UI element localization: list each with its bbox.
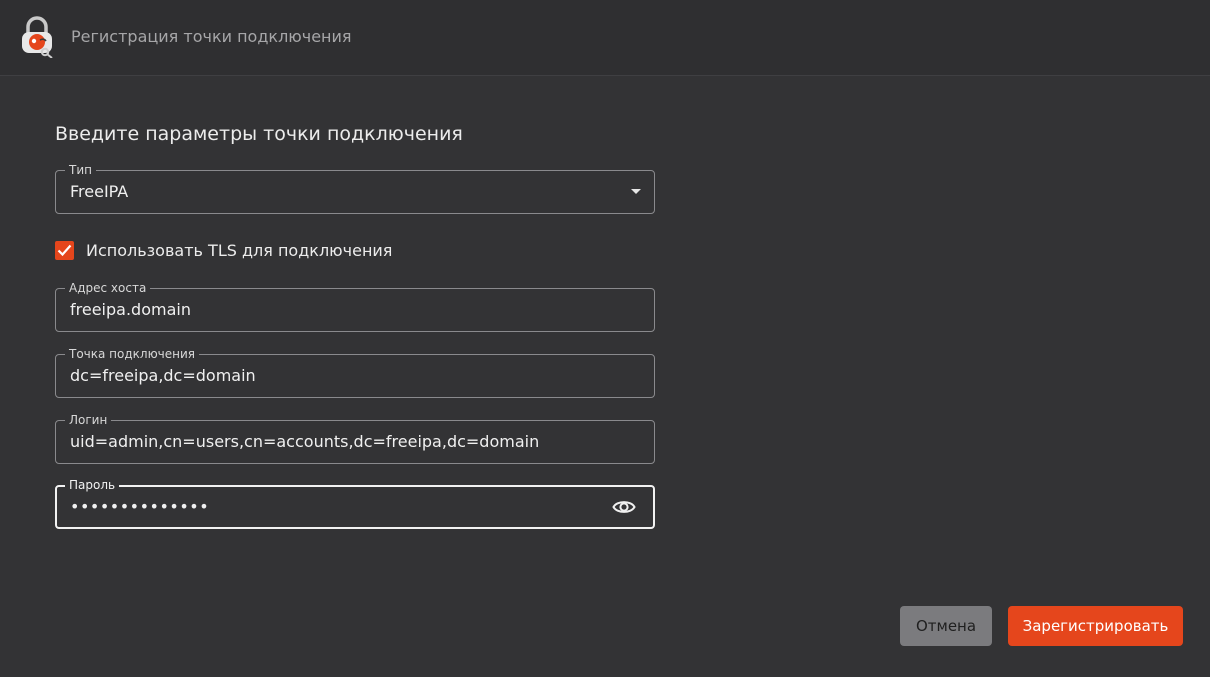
password-field[interactable]: Пароль •••••••••••••• bbox=[55, 477, 655, 529]
form-heading: Введите параметры точки подключения bbox=[55, 123, 463, 145]
title-bar: Регистрация точки подключения bbox=[0, 0, 1210, 76]
registration-window: Регистрация точки подключения Введите па… bbox=[0, 0, 1210, 677]
dropdown-arrow-icon[interactable] bbox=[631, 189, 641, 194]
base-dn-value[interactable]: dc=freeipa,dc=domain bbox=[70, 366, 256, 386]
tls-checkbox-label: Использовать TLS для подключения bbox=[86, 241, 393, 260]
host-label: Адрес хоста bbox=[65, 280, 151, 296]
base-dn-label: Точка подключения bbox=[65, 346, 200, 362]
checkmark-icon bbox=[57, 244, 72, 257]
base-dn-field[interactable]: Точка подключения dc=freeipa,dc=domain bbox=[55, 346, 655, 398]
login-field[interactable]: Логин uid=admin,cn=users,cn=accounts,dc=… bbox=[55, 412, 655, 464]
login-value[interactable]: uid=admin,cn=users,cn=accounts,dc=freeip… bbox=[70, 432, 539, 452]
type-select[interactable]: Тип FreeIPA bbox=[55, 162, 655, 214]
host-value[interactable]: freeipa.domain bbox=[70, 300, 191, 320]
tls-checkbox[interactable] bbox=[55, 241, 74, 260]
padlock-key-icon bbox=[18, 16, 56, 59]
login-label: Логин bbox=[65, 412, 112, 428]
host-field[interactable]: Адрес хоста freeipa.domain bbox=[55, 280, 655, 332]
eye-icon[interactable] bbox=[612, 497, 636, 517]
register-button[interactable]: Зарегистрировать bbox=[1008, 606, 1183, 646]
type-value: FreeIPA bbox=[70, 182, 129, 201]
cancel-button[interactable]: Отмена bbox=[900, 606, 992, 646]
password-value[interactable]: •••••••••••••• bbox=[70, 497, 209, 517]
window-title: Регистрация точки подключения bbox=[71, 27, 352, 46]
type-label: Тип bbox=[65, 162, 96, 178]
password-label: Пароль bbox=[65, 477, 120, 493]
